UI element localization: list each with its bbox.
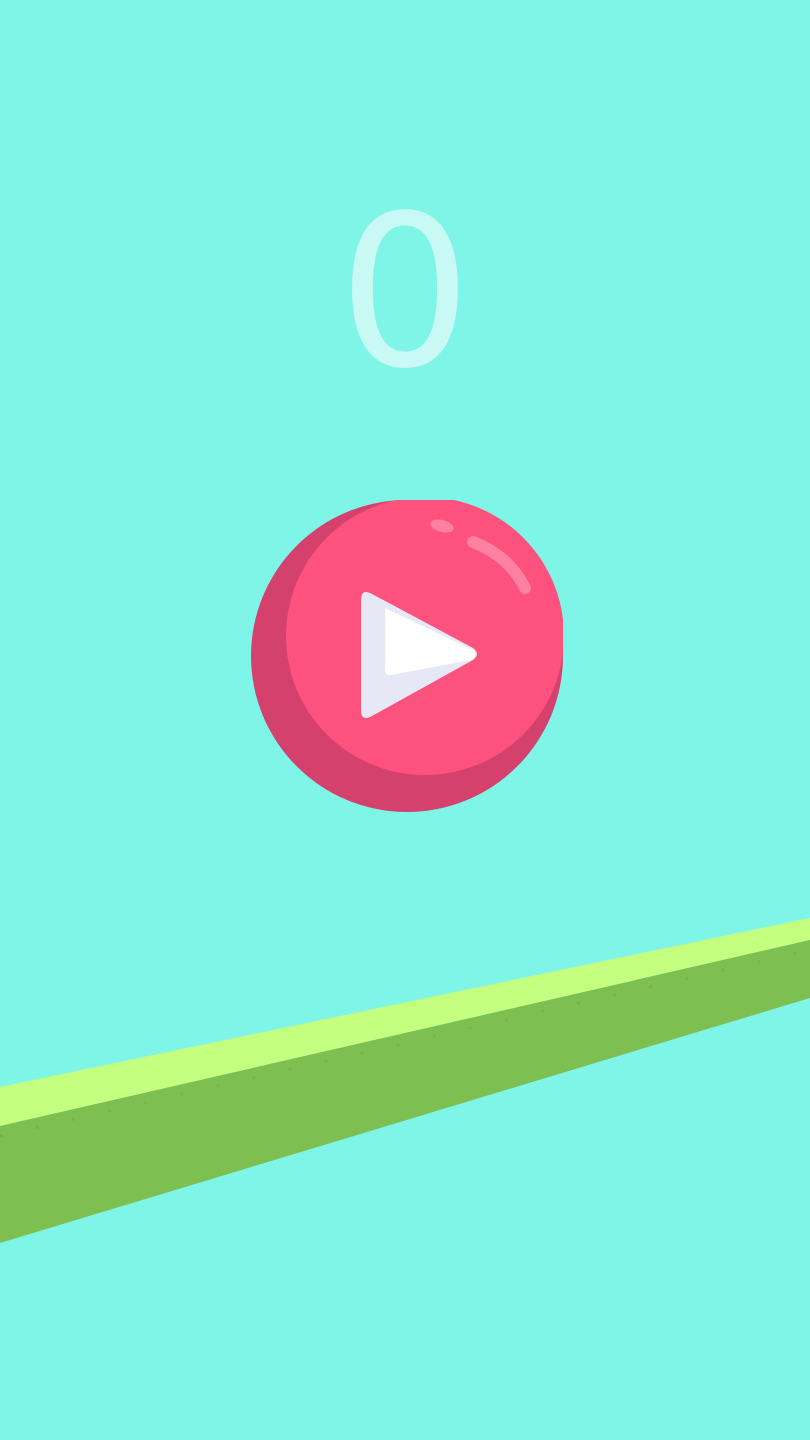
play-button[interactable]	[251, 500, 563, 812]
score-counter: 0	[338, 170, 472, 415]
game-scene[interactable]: 0	[0, 0, 810, 1440]
